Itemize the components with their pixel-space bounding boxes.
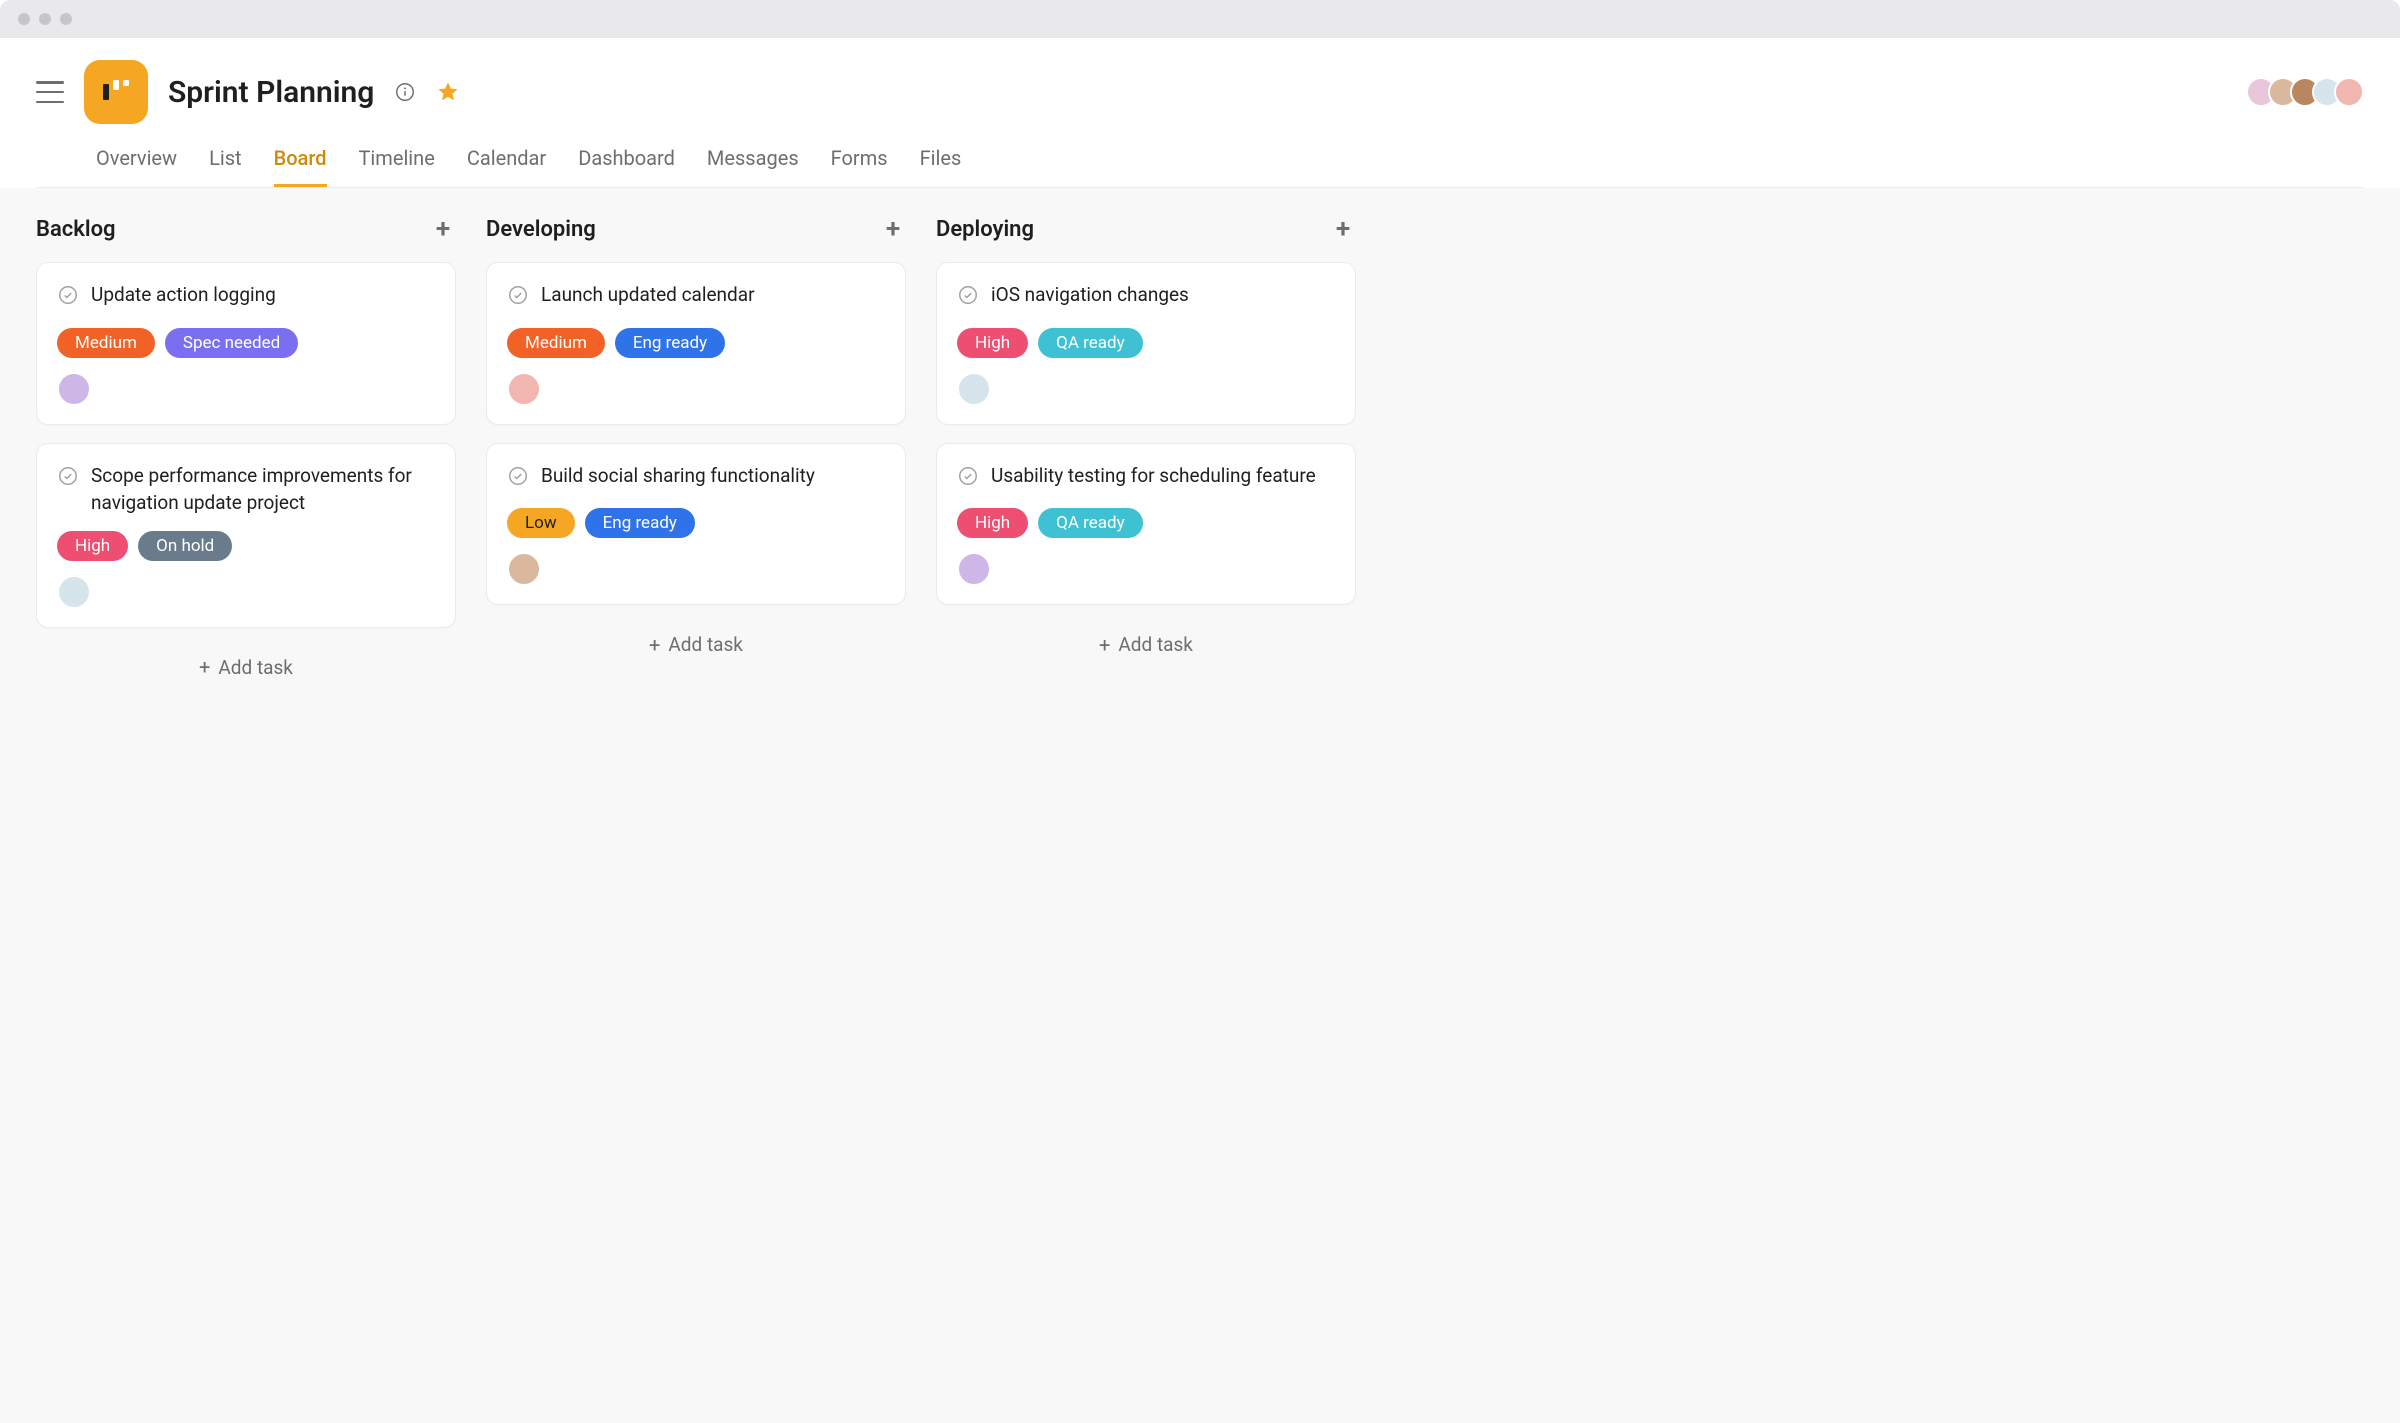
board-column: Deploying + iOS navigation changes High QA r… [936,216,1356,683]
add-task-button[interactable]: + Add task [36,646,456,683]
column-add-button[interactable]: + [880,216,906,242]
assignee-avatar[interactable] [957,552,991,586]
task-title: Scope performance improvements for navig… [91,462,435,517]
task-card[interactable]: iOS navigation changes High QA ready [936,262,1356,425]
task-card[interactable]: Build social sharing functionality Low Eng… [486,443,906,606]
collaborator-avatars[interactable] [2254,77,2364,107]
assignee-row [957,552,1335,586]
assignee-avatar[interactable] [507,552,541,586]
tab-list[interactable]: List [209,146,242,187]
complete-check-icon[interactable] [957,462,979,495]
tab-messages[interactable]: Messages [707,146,799,187]
column-title: Deploying [936,217,1034,242]
task-title: Update action logging [91,281,276,309]
tab-dashboard[interactable]: Dashboard [578,146,675,187]
assignee-row [507,552,885,586]
traffic-light-close[interactable] [18,13,30,25]
complete-check-icon[interactable] [57,462,79,495]
board-column: Backlog + Update action logging Medium Spec … [36,216,456,683]
tag[interactable]: Eng ready [585,508,695,538]
tag[interactable]: Spec needed [165,328,298,358]
task-tags: High QA ready [957,328,1335,358]
column-title: Backlog [36,217,116,242]
project-title: Sprint Planning [168,75,374,110]
assignee-row [957,372,1335,406]
task-title-row: Usability testing for scheduling feature [957,462,1335,495]
task-tags: High QA ready [957,508,1335,538]
star-icon[interactable] [436,80,460,104]
tab-files[interactable]: Files [920,146,962,187]
column-header: Developing + [486,216,906,242]
assignee-avatar[interactable] [507,372,541,406]
task-title-row: iOS navigation changes [957,281,1335,314]
tab-calendar[interactable]: Calendar [467,146,546,187]
sidebar-toggle[interactable] [36,81,64,103]
assignee-row [57,575,435,609]
tab-overview[interactable]: Overview [96,146,177,187]
board-column: Developing + Launch updated calendar Medium… [486,216,906,683]
task-title: Usability testing for scheduling feature [991,462,1316,490]
column-title: Developing [486,217,596,242]
tag[interactable]: Medium [57,328,155,358]
add-task-button[interactable]: + Add task [936,623,1356,660]
add-task-label: Add task [1118,633,1193,656]
board-columns: Backlog + Update action logging Medium Spec … [36,216,2364,683]
assignee-row [507,372,885,406]
column-header: Backlog + [36,216,456,242]
task-title-row: Scope performance improvements for navig… [57,462,435,517]
tag[interactable]: QA ready [1038,328,1143,358]
window-titlebar [0,0,2400,38]
tag[interactable]: Low [507,508,575,538]
task-card[interactable]: Update action logging Medium Spec needed [36,262,456,425]
complete-check-icon[interactable] [507,462,529,495]
column-add-button[interactable]: + [430,216,456,242]
tag[interactable]: On hold [138,531,232,561]
add-task-button[interactable]: + Add task [486,623,906,660]
traffic-light-minimize[interactable] [39,13,51,25]
info-icon[interactable] [394,81,416,103]
tag[interactable]: High [57,531,128,561]
add-task-label: Add task [668,633,743,656]
tab-board[interactable]: Board [274,146,327,187]
board-area: Backlog + Update action logging Medium Spec … [0,188,2400,1423]
tag[interactable]: Medium [507,328,605,358]
task-tags: Low Eng ready [507,508,885,538]
tag[interactable]: Eng ready [615,328,725,358]
traffic-light-zoom[interactable] [60,13,72,25]
project-icon[interactable] [84,60,148,124]
task-title-row: Launch updated calendar [507,281,885,314]
task-tags: Medium Spec needed [57,328,435,358]
task-card[interactable]: Scope performance improvements for navig… [36,443,456,628]
task-card[interactable]: Launch updated calendar Medium Eng ready [486,262,906,425]
plus-icon: + [199,657,210,677]
project-tabs: Overview List Board Timeline Calendar Dashboa… [36,124,2364,188]
task-tags: High On hold [57,531,435,561]
task-tags: Medium Eng ready [507,328,885,358]
add-task-label: Add task [218,656,293,679]
plus-icon: + [649,635,660,655]
complete-check-icon[interactable] [57,281,79,314]
tag[interactable]: QA ready [1038,508,1143,538]
complete-check-icon[interactable] [957,281,979,314]
tag[interactable]: High [957,508,1028,538]
task-card[interactable]: Usability testing for scheduling feature… [936,443,1356,606]
assignee-row [57,372,435,406]
column-add-button[interactable]: + [1330,216,1356,242]
task-title: Launch updated calendar [541,281,755,309]
tab-forms[interactable]: Forms [831,146,888,187]
task-title-row: Update action logging [57,281,435,314]
assignee-avatar[interactable] [57,372,91,406]
tab-timeline[interactable]: Timeline [359,146,435,187]
task-title-row: Build social sharing functionality [507,462,885,495]
assignee-avatar[interactable] [57,575,91,609]
project-header: Sprint Planning Overview List Board Timelin… [0,38,2400,188]
column-header: Deploying + [936,216,1356,242]
collaborator-avatar[interactable] [2334,77,2364,107]
task-title: Build social sharing functionality [541,462,815,490]
assignee-avatar[interactable] [957,372,991,406]
complete-check-icon[interactable] [507,281,529,314]
task-title: iOS navigation changes [991,281,1189,309]
plus-icon: + [1099,635,1110,655]
tag[interactable]: High [957,328,1028,358]
